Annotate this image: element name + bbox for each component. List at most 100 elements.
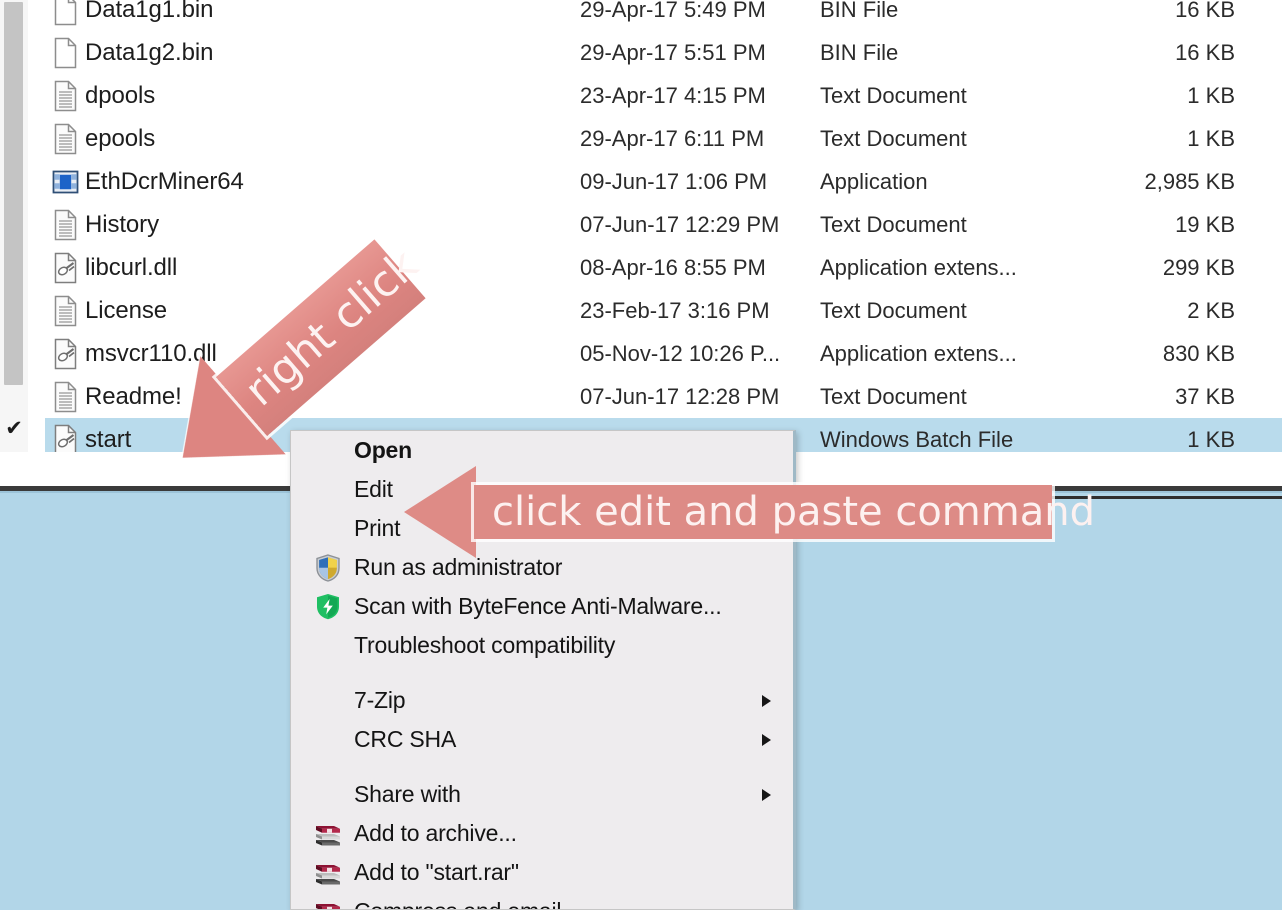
menu-item-open[interactable]: Open [291,431,793,470]
file-type-cell: Application [820,168,928,194]
horizontal-rule [780,496,1282,499]
menu-separator [291,759,793,775]
file-size-cell: 2,985 KB [1144,168,1235,194]
file-row[interactable]: dpools 23-Apr-17 4:15 PM Text Document 1 KB [45,74,1282,117]
file-row[interactable]: libcurl.dll 08-Apr-16 8:55 PM Application … [45,246,1282,289]
menu-item-label: 7-Zip [354,687,406,713]
file-row[interactable]: History 07-Jun-17 12:29 PM Text Document 19… [45,203,1282,246]
date-modified-cell: 09-Jun-17 1:06 PM [580,168,768,194]
text-file-icon [45,123,85,155]
menu-item-label: Add to archive... [354,820,517,846]
date-modified-cell: 29-Apr-17 5:49 PM [580,0,766,22]
menu-item-label: Open [354,437,412,463]
menu-item-label: Share with [354,781,461,807]
menu-item-7-zip[interactable]: 7-Zip [291,681,793,720]
menu-item-scan-with-bytefence-anti-malware[interactable]: Scan with ByteFence Anti-Malware... [291,587,793,626]
text-file-icon [45,80,85,112]
text-file-icon [45,381,85,413]
file-name-cell: libcurl.dll [85,253,178,281]
bytefence-shield-icon [301,592,354,622]
date-modified-cell: 05-Nov-12 10:26 P... [580,340,781,366]
file-row[interactable]: EthDcrMiner64 09-Jun-17 1:06 PM Applicatio… [45,160,1282,203]
file-row[interactable]: Data1g1.bin 29-Apr-17 5:49 PM BIN File 16 K… [45,0,1282,31]
file-size-cell: 19 KB [1175,211,1235,237]
file-size-cell: 1 KB [1187,125,1235,151]
chevron-right-icon [762,694,771,707]
chevron-right-icon [762,788,771,801]
file-type-cell: Text Document [820,125,967,151]
selection-checkmark-icon[interactable]: ✔ [3,415,25,441]
file-name-cell: epools [85,124,156,152]
file-name-cell: History [85,210,159,238]
menu-item-run-as-administrator[interactable]: Run as administrator [291,548,793,587]
left-gutter [0,0,28,452]
menu-item-label: Compress and email... [354,898,580,909]
context-menu-items-host: Open Edit Print Run as administrator Scan wi… [291,431,793,909]
menu-item-print[interactable]: Print [291,509,793,548]
chevron-right-icon [762,733,771,746]
menu-item-troubleshoot-compatibility[interactable]: Troubleshoot compatibility [291,626,793,665]
file-type-cell: Text Document [820,297,967,323]
file-name-cell: License [85,296,168,324]
blank-file-icon [45,0,85,26]
file-list-pane: ✔ Data1g1.bin 29-Apr-17 5:49 PM BIN File 16… [0,0,1282,452]
menu-icon-slot-empty [301,514,354,544]
menu-item-label: Edit [354,476,393,502]
file-name-cell: EthDcrMiner64 [85,167,244,195]
menu-item-share-with[interactable]: Share with [291,775,793,814]
date-modified-cell: 07-Jun-17 12:29 PM [580,211,780,237]
date-modified-cell: 08-Apr-16 8:55 PM [580,254,766,280]
text-file-icon [45,295,85,327]
file-type-cell: Text Document [820,383,967,409]
file-type-cell: Text Document [820,82,967,108]
menu-icon-slot-empty [301,725,354,755]
vertical-scrollbar-thumb[interactable] [4,2,23,385]
menu-item-label: Print [354,515,401,541]
menu-separator [291,665,793,681]
menu-item-add-to-archive[interactable]: Add to archive... [291,814,793,853]
file-size-cell: 830 KB [1162,340,1235,366]
menu-item-label: Scan with ByteFence Anti-Malware... [354,593,722,619]
file-size-cell: 1 KB [1187,426,1235,452]
menu-item-label: Troubleshoot compatibility [354,632,616,658]
file-size-cell: 299 KB [1162,254,1235,280]
menu-item-crc-sha[interactable]: CRC SHA [291,720,793,759]
menu-item-label: Add to "start.rar" [354,859,519,885]
file-size-cell: 16 KB [1175,0,1235,22]
dll-file-icon [45,252,85,284]
file-type-cell: Application extens... [820,254,1017,280]
file-name-cell: Data1g2.bin [85,38,214,66]
date-modified-cell: 23-Feb-17 3:16 PM [580,297,770,323]
menu-icon-slot-empty [301,631,354,661]
file-row[interactable]: License 23-Feb-17 3:16 PM Text Document 2 K… [45,289,1282,332]
file-row[interactable]: msvcr110.dll 05-Nov-12 10:26 P... Applicat… [45,332,1282,375]
screenshot-root: ✔ Data1g1.bin 29-Apr-17 5:49 PM BIN File 16… [0,0,1282,910]
file-size-cell: 37 KB [1175,383,1235,409]
menu-item-edit[interactable]: Edit [291,470,793,509]
menu-icon-slot-empty [301,780,354,810]
text-file-icon [45,209,85,241]
file-row[interactable]: epools 29-Apr-17 6:11 PM Text Document 1 KB [45,117,1282,160]
context-menu[interactable]: Open Edit Print Run as administrator Scan wi… [290,430,796,910]
file-size-cell: 2 KB [1187,297,1235,323]
blank-file-icon [45,37,85,69]
date-modified-cell: 23-Apr-17 4:15 PM [580,82,766,108]
file-name-cell: Readme! [85,382,182,410]
file-size-cell: 16 KB [1175,39,1235,65]
file-type-cell: BIN File [820,39,899,65]
winrar-icon [301,858,354,888]
file-row[interactable]: Readme! 07-Jun-17 12:28 PM Text Document 37… [45,375,1282,418]
file-row[interactable]: Data1g2.bin 29-Apr-17 5:51 PM BIN File 16 K… [45,31,1282,74]
date-modified-cell: 29-Apr-17 6:11 PM [580,125,765,151]
file-type-cell: BIN File [820,0,899,22]
menu-item-add-to-start-rar[interactable]: Add to "start.rar" [291,853,793,892]
menu-item-compress-and-email[interactable]: Compress and email... [291,892,793,909]
dll-file-icon [45,338,85,370]
file-name-cell: msvcr110.dll [85,339,217,367]
file-name-cell: Data1g1.bin [85,0,214,23]
batch-file-icon [45,424,85,452]
menu-icon-slot-empty [301,436,354,466]
file-size-cell: 1 KB [1187,82,1235,108]
file-type-cell: Text Document [820,211,967,237]
uac-shield-icon [301,553,354,583]
